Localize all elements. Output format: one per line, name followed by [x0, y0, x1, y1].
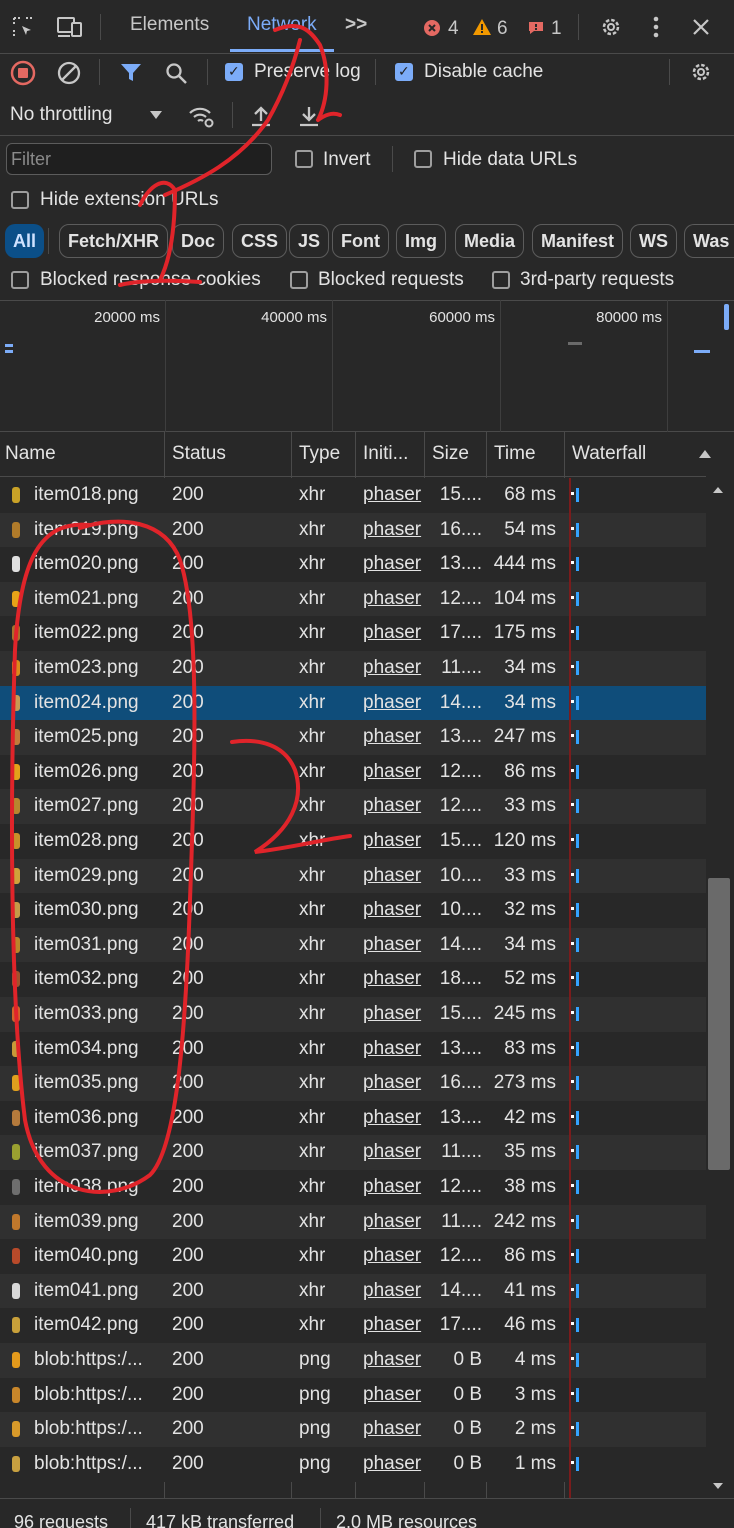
red-annotation-overlay — [10, 24, 352, 1194]
